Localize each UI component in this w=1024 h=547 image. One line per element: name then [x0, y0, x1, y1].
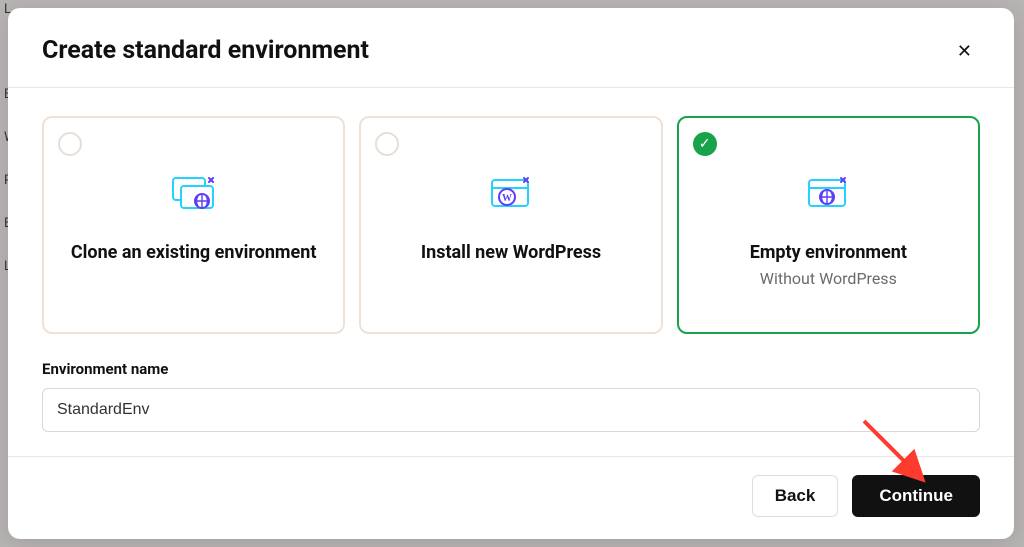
- back-button[interactable]: Back: [752, 475, 839, 517]
- environment-name-input[interactable]: [42, 388, 980, 432]
- clone-environment-icon: [167, 172, 221, 214]
- wordpress-install-icon: W: [484, 172, 538, 214]
- environment-name-label: Environment name: [42, 360, 980, 378]
- svg-text:W: W: [502, 193, 512, 204]
- modal-footer: Back Continue: [8, 456, 1014, 539]
- radio-indicator: ✓: [58, 132, 82, 156]
- modal-body: ✓ Clone an existing environment ✓ W: [8, 88, 1014, 456]
- environment-options: ✓ Clone an existing environment ✓ W: [42, 116, 980, 334]
- check-icon: ✓: [699, 137, 711, 151]
- empty-environment-icon: [801, 172, 855, 214]
- option-title: Install new WordPress: [421, 242, 601, 263]
- option-title: Clone an existing environment: [71, 242, 317, 263]
- radio-indicator: ✓: [375, 132, 399, 156]
- create-environment-modal: Create standard environment ✕ ✓ Clone an…: [8, 8, 1014, 539]
- continue-button[interactable]: Continue: [852, 475, 980, 517]
- option-clone-existing[interactable]: ✓ Clone an existing environment: [42, 116, 345, 334]
- modal-title: Create standard environment: [42, 36, 369, 65]
- option-install-wordpress[interactable]: ✓ W Install new WordPress: [359, 116, 662, 334]
- modal-header: Create standard environment ✕: [8, 8, 1014, 88]
- radio-indicator: ✓: [693, 132, 717, 156]
- close-button[interactable]: ✕: [949, 38, 980, 64]
- option-title: Empty environment: [750, 242, 907, 263]
- close-icon: ✕: [957, 41, 972, 61]
- option-subtitle: Without WordPress: [760, 269, 897, 288]
- option-empty-environment[interactable]: ✓ Empty environment Without WordPress: [677, 116, 980, 334]
